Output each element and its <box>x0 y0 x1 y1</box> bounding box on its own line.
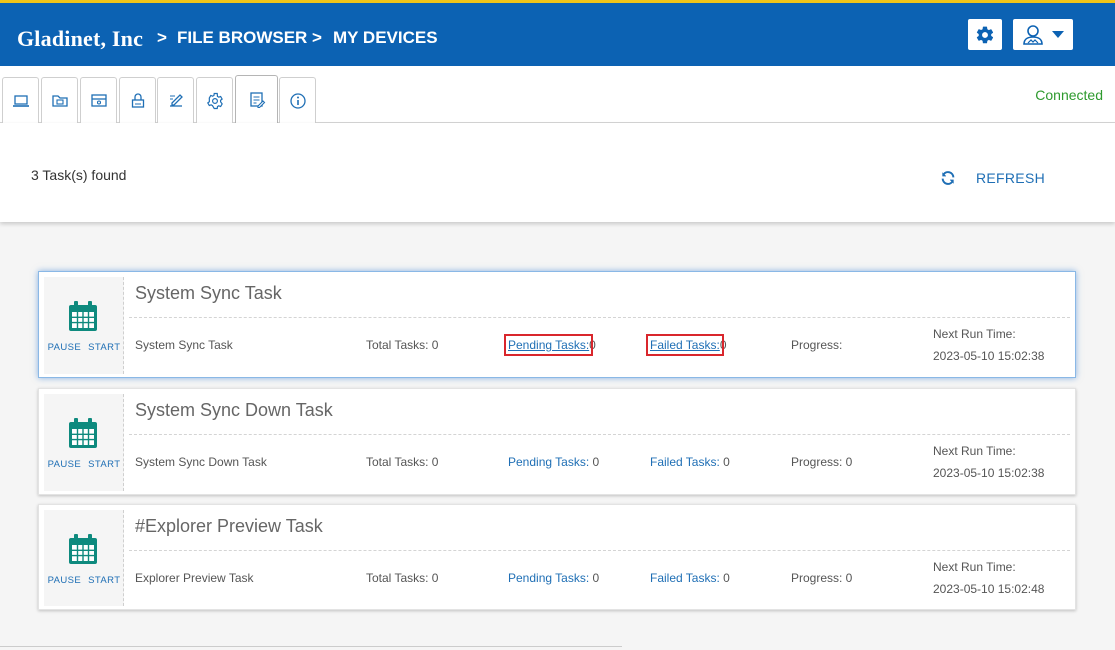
task-name: System Sync Task <box>135 338 233 352</box>
card-divider <box>129 434 1070 435</box>
breadcrumb-my-devices[interactable]: MY DEVICES <box>333 28 438 48</box>
failed-tasks-link[interactable]: Failed Tasks: <box>650 571 720 585</box>
task-title: System Sync Task <box>135 283 282 303</box>
pending-tasks: Pending Tasks: 0 <box>508 571 599 585</box>
total-tasks: Total Tasks: 0 <box>366 338 439 352</box>
next-run-label: Next Run Time: <box>933 560 1016 574</box>
task-actions: PAUSE START <box>44 342 124 353</box>
failed-tasks: Failed Tasks: 0 <box>650 455 730 469</box>
pause-button[interactable]: PAUSE <box>46 342 84 353</box>
task-progress: Progress: 0 <box>791 455 853 469</box>
pending-tasks-value: 0 <box>592 455 600 469</box>
task-card[interactable]: PAUSE START #Explorer Preview Task Explo… <box>38 504 1076 610</box>
next-run-label: Next Run Time: <box>933 327 1016 341</box>
total-tasks: Total Tasks: 0 <box>366 455 439 469</box>
settings-button[interactable] <box>968 19 1002 50</box>
next-run-time: 2023-05-10 15:02:38 <box>933 349 1045 363</box>
card-divider <box>129 550 1070 551</box>
task-toolbar-panel: 3 Task(s) found REFRESH <box>0 123 1115 222</box>
laptop-icon <box>12 94 29 107</box>
pending-tasks-value: 0 <box>589 338 596 352</box>
task-title: System Sync Down Task <box>135 400 333 420</box>
pending-tasks-link[interactable]: Pending Tasks: <box>508 571 589 585</box>
task-count-label: 3 Task(s) found <box>31 167 127 183</box>
total-tasks: Total Tasks: 0 <box>366 571 439 585</box>
task-name: Explorer Preview Task <box>135 571 254 585</box>
task-control-area: PAUSE START <box>44 510 124 606</box>
refresh-icon <box>941 171 955 185</box>
pending-tasks-link[interactable]: Pending Tasks: <box>503 334 594 356</box>
tab-settings[interactable] <box>196 77 233 123</box>
start-button[interactable]: START <box>86 459 122 470</box>
pause-button[interactable]: PAUSE <box>46 575 84 586</box>
tab-devices[interactable] <box>2 77 39 123</box>
calendar-icon <box>69 418 97 448</box>
breadcrumb-separator: > <box>157 28 167 47</box>
edit-icon <box>169 94 183 107</box>
gear-icon <box>206 92 223 109</box>
next-run-time: 2023-05-10 15:02:48 <box>933 582 1045 596</box>
tab-security[interactable] <box>119 77 156 123</box>
task-actions: PAUSE START <box>44 575 124 586</box>
task-progress: Progress: <box>791 338 843 352</box>
drive-icon <box>90 94 107 107</box>
task-list-icon <box>249 92 265 109</box>
pending-tasks: Pending Tasks: 0 <box>508 455 599 469</box>
failed-tasks-link[interactable]: Failed Tasks: <box>650 455 720 469</box>
task-card[interactable]: PAUSE START System Sync Task System Sync… <box>38 271 1076 378</box>
task-card[interactable]: PAUSE START System Sync Down Task System… <box>38 388 1076 495</box>
failed-tasks-value: 0 <box>723 571 730 585</box>
tab-edit[interactable] <box>157 77 194 123</box>
breadcrumb-separator: > <box>312 28 322 47</box>
tab-folders[interactable] <box>41 77 78 123</box>
user-menu-button[interactable] <box>1013 19 1073 50</box>
pause-button[interactable]: PAUSE <box>46 459 84 470</box>
start-button[interactable]: START <box>86 342 122 353</box>
app-window: Gladinet, Inc > FILE BROWSER > MY DEVICE… <box>0 0 1115 650</box>
pending-tasks-link[interactable]: Pending Tasks: <box>508 455 589 469</box>
task-control-area: PAUSE START <box>44 277 124 374</box>
failed-tasks: Failed Tasks:0 <box>646 334 727 356</box>
task-progress: Progress: 0 <box>791 571 853 585</box>
task-actions: PAUSE START <box>44 459 124 470</box>
calendar-icon <box>69 301 97 331</box>
next-run-time: 2023-05-10 15:02:38 <box>933 466 1045 480</box>
failed-tasks-link[interactable]: Failed Tasks: <box>646 334 724 356</box>
calendar-icon <box>69 534 97 564</box>
task-control-area: PAUSE START <box>44 394 124 491</box>
refresh-label: REFRESH <box>976 170 1045 186</box>
tab-tasks[interactable] <box>235 75 278 124</box>
footer-divider <box>0 646 622 647</box>
info-icon <box>289 92 306 109</box>
connection-status: Connected <box>1035 87 1103 103</box>
task-name: System Sync Down Task <box>135 455 267 469</box>
pending-tasks-value: 0 <box>592 571 600 585</box>
refresh-button[interactable]: REFRESH <box>940 170 1045 186</box>
top-header: Gladinet, Inc > FILE BROWSER > MY DEVICE… <box>0 0 1115 66</box>
lock-icon <box>131 93 144 108</box>
caret-down-icon <box>1052 30 1064 38</box>
tab-bar: Connected <box>0 66 1115 124</box>
brand-name[interactable]: Gladinet, Inc <box>17 26 143 52</box>
tab-info[interactable] <box>279 77 316 123</box>
task-title: #Explorer Preview Task <box>135 516 323 536</box>
breadcrumb-file-browser[interactable]: FILE BROWSER <box>177 28 307 48</box>
next-run-label: Next Run Time: <box>933 444 1016 458</box>
user-icon <box>1023 24 1043 45</box>
failed-tasks-value: 0 <box>723 455 730 469</box>
failed-tasks: Failed Tasks: 0 <box>650 571 730 585</box>
start-button[interactable]: START <box>86 575 122 586</box>
pending-tasks: Pending Tasks:0 <box>503 334 596 356</box>
folder-icon <box>51 95 68 107</box>
tab-storage[interactable] <box>80 77 117 123</box>
failed-tasks-value: 0 <box>719 338 727 352</box>
gear-icon <box>976 26 994 43</box>
card-divider <box>129 317 1070 318</box>
